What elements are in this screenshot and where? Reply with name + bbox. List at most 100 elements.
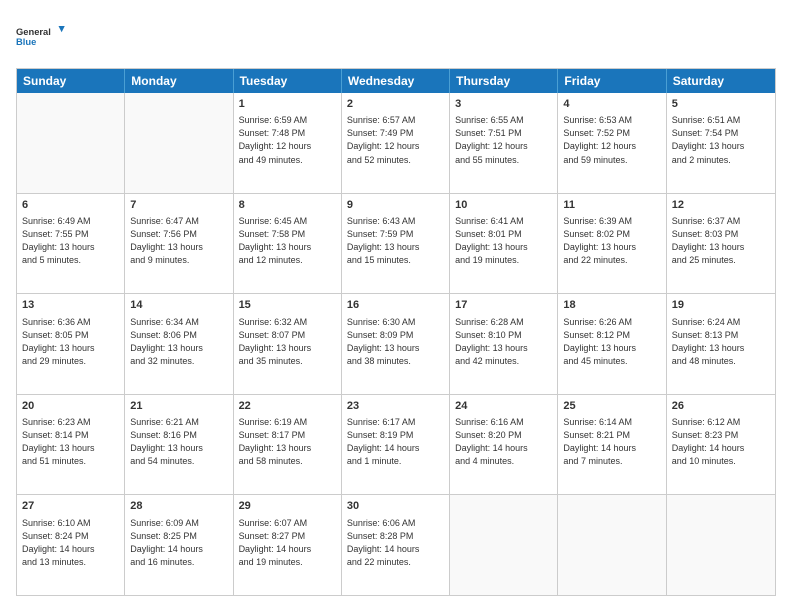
sun-info: Sunrise: 6:28 AM Sunset: 8:10 PM Dayligh… [455,316,552,368]
sun-info: Sunrise: 6:07 AM Sunset: 8:27 PM Dayligh… [239,517,336,569]
sun-info: Sunrise: 6:49 AM Sunset: 7:55 PM Dayligh… [22,215,119,267]
day-number: 7 [130,198,227,213]
day-number: 28 [130,499,227,514]
sun-info: Sunrise: 6:12 AM Sunset: 8:23 PM Dayligh… [672,416,770,468]
day-number: 19 [672,298,770,313]
calendar-row-5: 27 Sunrise: 6:10 AM Sunset: 8:24 PM Dayli… [17,495,775,595]
sun-info: Sunrise: 6:36 AM Sunset: 8:05 PM Dayligh… [22,316,119,368]
calendar-cell-3-4: 16 Sunrise: 6:30 AM Sunset: 8:09 PM Dayli… [342,294,450,394]
calendar-cell-2-2: 7 Sunrise: 6:47 AM Sunset: 7:56 PM Daylig… [125,194,233,294]
calendar-cell-1-5: 3 Sunrise: 6:55 AM Sunset: 7:51 PM Daylig… [450,93,558,193]
sun-info: Sunrise: 6:26 AM Sunset: 8:12 PM Dayligh… [563,316,660,368]
calendar-cell-2-5: 10 Sunrise: 6:41 AM Sunset: 8:01 PM Dayli… [450,194,558,294]
calendar-header: SundayMondayTuesdayWednesdayThursdayFrid… [17,69,775,93]
sun-info: Sunrise: 6:51 AM Sunset: 7:54 PM Dayligh… [672,114,770,166]
day-number: 6 [22,198,119,213]
calendar-cell-2-3: 8 Sunrise: 6:45 AM Sunset: 7:58 PM Daylig… [234,194,342,294]
logo-svg: General Blue [16,16,66,56]
calendar-cell-5-3: 29 Sunrise: 6:07 AM Sunset: 8:27 PM Dayli… [234,495,342,595]
day-number: 12 [672,198,770,213]
sun-info: Sunrise: 6:17 AM Sunset: 8:19 PM Dayligh… [347,416,444,468]
sun-info: Sunrise: 6:59 AM Sunset: 7:48 PM Dayligh… [239,114,336,166]
day-number: 13 [22,298,119,313]
calendar-cell-3-3: 15 Sunrise: 6:32 AM Sunset: 8:07 PM Dayli… [234,294,342,394]
sun-info: Sunrise: 6:32 AM Sunset: 8:07 PM Dayligh… [239,316,336,368]
calendar-cell-3-2: 14Sunrise: 6:34 AM Sunset: 8:06 PM Dayli… [125,294,233,394]
calendar-cell-4-2: 21 Sunrise: 6:21 AM Sunset: 8:16 PM Dayli… [125,395,233,495]
day-number: 29 [239,499,336,514]
calendar-cell-3-7: 19Sunrise: 6:24 AM Sunset: 8:13 PM Dayli… [667,294,775,394]
sun-info: Sunrise: 6:39 AM Sunset: 8:02 PM Dayligh… [563,215,660,267]
calendar-cell-1-6: 4Sunrise: 6:53 AM Sunset: 7:52 PM Daylig… [558,93,666,193]
calendar-cell-5-5 [450,495,558,595]
day-number: 24 [455,399,552,414]
sun-info: Sunrise: 6:23 AM Sunset: 8:14 PM Dayligh… [22,416,119,468]
calendar-cell-5-6 [558,495,666,595]
calendar-cell-5-1: 27 Sunrise: 6:10 AM Sunset: 8:24 PM Dayli… [17,495,125,595]
day-number: 14 [130,298,227,313]
calendar-cell-2-1: 6 Sunrise: 6:49 AM Sunset: 7:55 PM Daylig… [17,194,125,294]
day-number: 15 [239,298,336,313]
calendar-cell-1-7: 5 Sunrise: 6:51 AM Sunset: 7:54 PM Daylig… [667,93,775,193]
day-number: 16 [347,298,444,313]
sun-info: Sunrise: 6:47 AM Sunset: 7:56 PM Dayligh… [130,215,227,267]
header-cell-wednesday: Wednesday [342,69,450,93]
calendar-cell-2-4: 9 Sunrise: 6:43 AM Sunset: 7:59 PM Daylig… [342,194,450,294]
day-number: 22 [239,399,336,414]
header-cell-friday: Friday [558,69,666,93]
calendar-cell-1-4: 2Sunrise: 6:57 AM Sunset: 7:49 PM Daylig… [342,93,450,193]
calendar-cell-4-4: 23 Sunrise: 6:17 AM Sunset: 8:19 PM Dayli… [342,395,450,495]
sun-info: Sunrise: 6:43 AM Sunset: 7:59 PM Dayligh… [347,215,444,267]
day-number: 11 [563,198,660,213]
day-number: 4 [563,97,660,112]
day-number: 10 [455,198,552,213]
day-number: 27 [22,499,119,514]
sun-info: Sunrise: 6:21 AM Sunset: 8:16 PM Dayligh… [130,416,227,468]
day-number: 21 [130,399,227,414]
day-number: 9 [347,198,444,213]
calendar-cell-4-3: 22 Sunrise: 6:19 AM Sunset: 8:17 PM Dayli… [234,395,342,495]
sun-info: Sunrise: 6:14 AM Sunset: 8:21 PM Dayligh… [563,416,660,468]
day-number: 3 [455,97,552,112]
calendar-cell-1-2 [125,93,233,193]
day-number: 30 [347,499,444,514]
svg-text:General: General [16,27,51,37]
calendar-cell-4-1: 20 Sunrise: 6:23 AM Sunset: 8:14 PM Dayli… [17,395,125,495]
svg-text:Blue: Blue [16,37,36,47]
header-cell-tuesday: Tuesday [234,69,342,93]
logo: General Blue [16,16,66,56]
day-number: 8 [239,198,336,213]
sun-info: Sunrise: 6:30 AM Sunset: 8:09 PM Dayligh… [347,316,444,368]
day-number: 1 [239,97,336,112]
calendar-row-3: 13 Sunrise: 6:36 AM Sunset: 8:05 PM Dayli… [17,294,775,395]
sun-info: Sunrise: 6:10 AM Sunset: 8:24 PM Dayligh… [22,517,119,569]
calendar-cell-2-6: 11 Sunrise: 6:39 AM Sunset: 8:02 PM Dayli… [558,194,666,294]
day-number: 23 [347,399,444,414]
header-cell-thursday: Thursday [450,69,558,93]
day-number: 26 [672,399,770,414]
day-number: 25 [563,399,660,414]
calendar-cell-5-4: 30Sunrise: 6:06 AM Sunset: 8:28 PM Dayli… [342,495,450,595]
header-cell-saturday: Saturday [667,69,775,93]
calendar-row-4: 20 Sunrise: 6:23 AM Sunset: 8:14 PM Dayli… [17,395,775,496]
day-number: 18 [563,298,660,313]
calendar-cell-3-5: 17Sunrise: 6:28 AM Sunset: 8:10 PM Dayli… [450,294,558,394]
header-cell-monday: Monday [125,69,233,93]
sun-info: Sunrise: 6:55 AM Sunset: 7:51 PM Dayligh… [455,114,552,166]
calendar-body: 1 Sunrise: 6:59 AM Sunset: 7:48 PM Daylig… [17,93,775,595]
sun-info: Sunrise: 6:09 AM Sunset: 8:25 PM Dayligh… [130,517,227,569]
calendar: SundayMondayTuesdayWednesdayThursdayFrid… [16,68,776,596]
header-cell-sunday: Sunday [17,69,125,93]
sun-info: Sunrise: 6:57 AM Sunset: 7:49 PM Dayligh… [347,114,444,166]
page: General Blue SundayMondayTuesdayWednesda… [0,0,792,612]
calendar-cell-4-6: 25 Sunrise: 6:14 AM Sunset: 8:21 PM Dayli… [558,395,666,495]
day-number: 5 [672,97,770,112]
calendar-cell-1-3: 1 Sunrise: 6:59 AM Sunset: 7:48 PM Daylig… [234,93,342,193]
day-number: 20 [22,399,119,414]
sun-info: Sunrise: 6:19 AM Sunset: 8:17 PM Dayligh… [239,416,336,468]
sun-info: Sunrise: 6:16 AM Sunset: 8:20 PM Dayligh… [455,416,552,468]
sun-info: Sunrise: 6:41 AM Sunset: 8:01 PM Dayligh… [455,215,552,267]
calendar-cell-1-1 [17,93,125,193]
sun-info: Sunrise: 6:45 AM Sunset: 7:58 PM Dayligh… [239,215,336,267]
calendar-row-1: 1 Sunrise: 6:59 AM Sunset: 7:48 PM Daylig… [17,93,775,194]
